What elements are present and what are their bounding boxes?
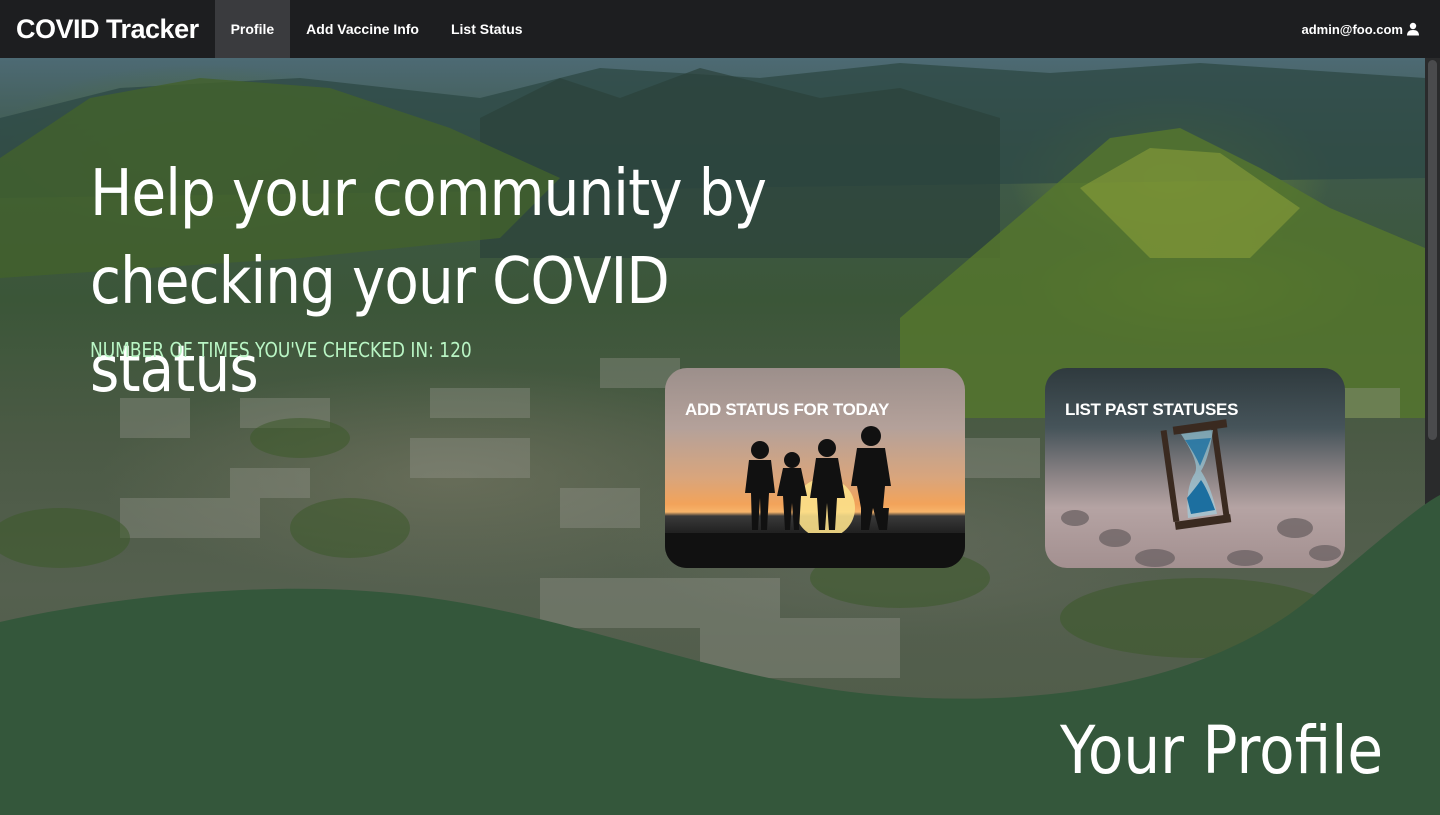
nav-item-list-status[interactable]: List Status (435, 0, 539, 58)
user-menu[interactable]: admin@foo.com (1301, 22, 1420, 37)
nav-item-profile[interactable]: Profile (214, 0, 291, 58)
profile-section-heading: Your Profile (1059, 712, 1383, 789)
user-icon (1406, 22, 1420, 36)
user-email: admin@foo.com (1301, 21, 1403, 37)
brand-logo[interactable]: COVID Tracker (16, 14, 199, 45)
nav-item-add-vaccine-info[interactable]: Add Vaccine Info (290, 0, 435, 58)
navbar: COVID Tracker Profile Add Vaccine Info L… (0, 0, 1440, 58)
green-wave-divider (0, 495, 1440, 815)
